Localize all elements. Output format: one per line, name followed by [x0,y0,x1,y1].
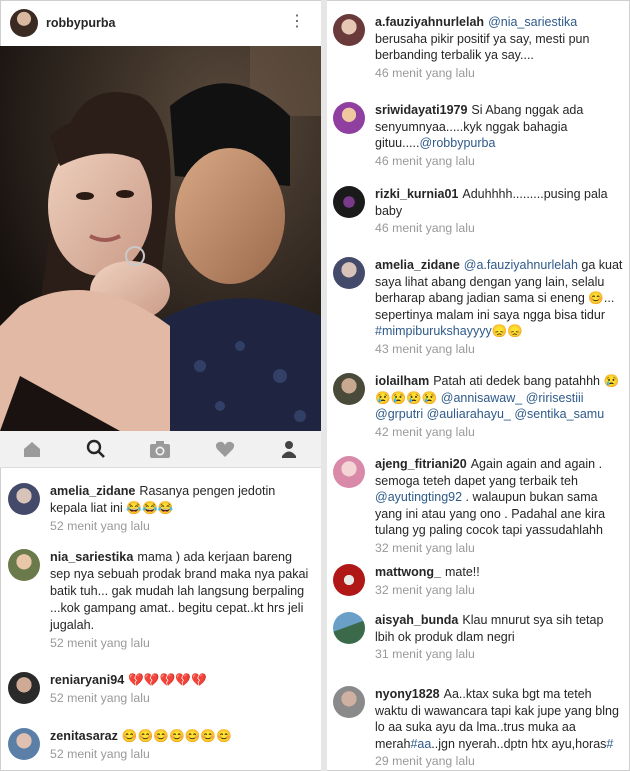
comment-body: rizki_kurnia01 Aduhhhh.........pusing pal… [375,186,625,237]
comment-time: 52 menit yang lalu [50,519,150,533]
avatar[interactable] [8,672,40,704]
comment: ajeng_fitriani20 Again again and again . … [333,456,625,556]
comment-body: reniaryani94 💔💔💔💔💔 52 menit yang lalu [50,672,312,707]
comment-username[interactable]: sriwidayati1979 [375,103,467,117]
avatar[interactable] [333,102,365,134]
avatar[interactable] [8,728,40,760]
avatar[interactable] [333,686,365,718]
comment-time: 43 menit yang lalu [375,341,475,356]
avatar[interactable] [333,456,365,488]
comment-mention[interactable]: @a.fauziyahnurlelah [464,258,578,272]
home-icon[interactable] [20,437,44,461]
profile-icon[interactable] [277,437,301,461]
comment-username[interactable]: zenitasaraz [50,729,118,743]
comment-hashtag[interactable]: #mimpiburukshayyyy [375,324,492,338]
post-column: robbypurba ⋮ amelia_zidane Rasanya penge… [0,0,321,771]
comment-username[interactable]: nia_sariestika [50,550,133,564]
comment-body: a.fauziyahnurlelah @nia_sariestika berusa… [375,14,625,81]
comment: nyony1828 Aa..ktax suka bgt ma teteh wakt… [333,686,625,770]
avatar[interactable] [333,257,365,289]
avatar[interactable] [8,483,40,515]
comment-username[interactable]: reniaryani94 [50,673,124,687]
comment-text: 😊😊😊😊😊😊😊 [121,729,232,743]
comment: a.fauziyahnurlelah @nia_sariestika berusa… [333,14,625,81]
avatar[interactable] [8,549,40,581]
comment-username[interactable]: a.fauziyahnurlelah [375,15,484,29]
comment: nia_sariestika mama ) ada kerjaan bareng … [8,549,312,652]
comment-time: 52 menit yang lalu [50,691,150,705]
comment-username[interactable]: aisyah_bunda [375,613,458,627]
comment-time: 46 menit yang lalu [375,153,475,168]
comment-text-2: ..jgn nyerah..dptn htx ayu,horas [431,736,607,751]
avatar[interactable] [333,373,365,405]
comment: zenitasaraz 😊😊😊😊😊😊😊 52 menit yang lalu [8,728,312,763]
comment: amelia_zidane @a.fauziyahnurlelah ga kuat… [333,257,625,357]
comment-time: 42 menit yang lalu [375,424,475,439]
comment-username[interactable]: mattwong_ [375,565,441,579]
comment: iolailham Patah ati dedek bang patahhh 😢😢… [333,373,625,440]
comment-time: 46 menit yang lalu [375,221,475,235]
avatar[interactable] [333,612,365,644]
comment: sriwidayati1979 Si Abang nggak ada senyum… [333,102,625,169]
avatar[interactable] [10,9,38,37]
comment-mention[interactable]: @robbypurba [419,136,495,150]
comment-text: 💔💔💔💔💔 [128,673,207,687]
comment-time: 52 menit yang lalu [50,636,150,650]
comment-username[interactable]: rizki_kurnia01 [375,187,458,201]
comment-username[interactable]: iolailham [375,374,429,388]
comment-text: berusaha pikir positif ya say, mesti pun… [375,31,590,63]
avatar[interactable] [333,564,365,596]
comment-username[interactable]: amelia_zidane [375,258,460,272]
comment-time: 31 menit yang lalu [375,647,475,661]
camera-icon[interactable] [148,437,172,461]
comment-time: 46 menit yang lalu [375,65,475,80]
comment-username[interactable]: amelia_zidane [50,484,135,498]
comment-body: amelia_zidane Rasanya pengen jedotin kepa… [50,483,310,535]
comment: mattwong_ mate!! 32 menit yang lalu [333,564,625,598]
comment-hashtag[interactable]: # [606,737,613,751]
heart-icon[interactable] [213,437,237,461]
avatar[interactable] [333,14,365,46]
comment-body: ajeng_fitriani20 Again again and again . … [375,456,625,556]
comment-body: zenitasaraz 😊😊😊😊😊😊😊 52 menit yang lalu [50,728,312,763]
comment-time: 32 menit yang lalu [375,582,475,597]
comment-username[interactable]: ajeng_fitriani20 [375,457,467,471]
comment: aisyah_bunda Klau mnurut sya sih tetap lb… [333,612,625,663]
comment-text: mate!! [444,565,480,579]
comment: rizki_kurnia01 Aduhhhh.........pusing pal… [333,186,625,237]
comment: amelia_zidane Rasanya pengen jedotin kepa… [8,483,310,535]
comments-column: a.fauziyahnurlelah @nia_sariestika berusa… [327,0,630,771]
bottom-navigation [0,431,321,468]
comment-time: 52 menit yang lalu [50,747,150,761]
comment-mention[interactable]: @nia_sariestika [488,15,577,29]
comment-mention[interactable]: @ayutingting92 [375,490,462,504]
post-photo-image [0,46,321,431]
comment-body: iolailham Patah ati dedek bang patahhh 😢😢… [375,373,625,440]
more-vertical-icon[interactable]: ⋮ [289,14,305,30]
post-header: robbypurba ⋮ [0,0,321,46]
comment-body: nia_sariestika mama ) ada kerjaan bareng … [50,549,312,652]
comment-time: 29 menit yang lalu [375,754,475,768]
comment-body: aisyah_bunda Klau mnurut sya sih tetap lb… [375,612,625,663]
post-photo[interactable] [0,46,321,431]
post-username[interactable]: robbypurba [46,16,115,30]
search-icon[interactable] [84,437,108,461]
comment-body: amelia_zidane @a.fauziyahnurlelah ga kuat… [375,257,625,357]
comment-body: nyony1828 Aa..ktax suka bgt ma teteh wakt… [375,686,625,770]
comment-time: 32 menit yang lalu [375,540,475,555]
comment-body: sriwidayati1979 Si Abang nggak ada senyum… [375,102,625,169]
comment-emoji: 😞😞 [491,324,523,338]
comment-hashtag[interactable]: #aa [410,737,431,751]
avatar[interactable] [333,186,365,218]
comment-username[interactable]: nyony1828 [375,687,440,701]
comment-body: mattwong_ mate!! 32 menit yang lalu [375,564,625,598]
comment: reniaryani94 💔💔💔💔💔 52 menit yang lalu [8,672,312,707]
